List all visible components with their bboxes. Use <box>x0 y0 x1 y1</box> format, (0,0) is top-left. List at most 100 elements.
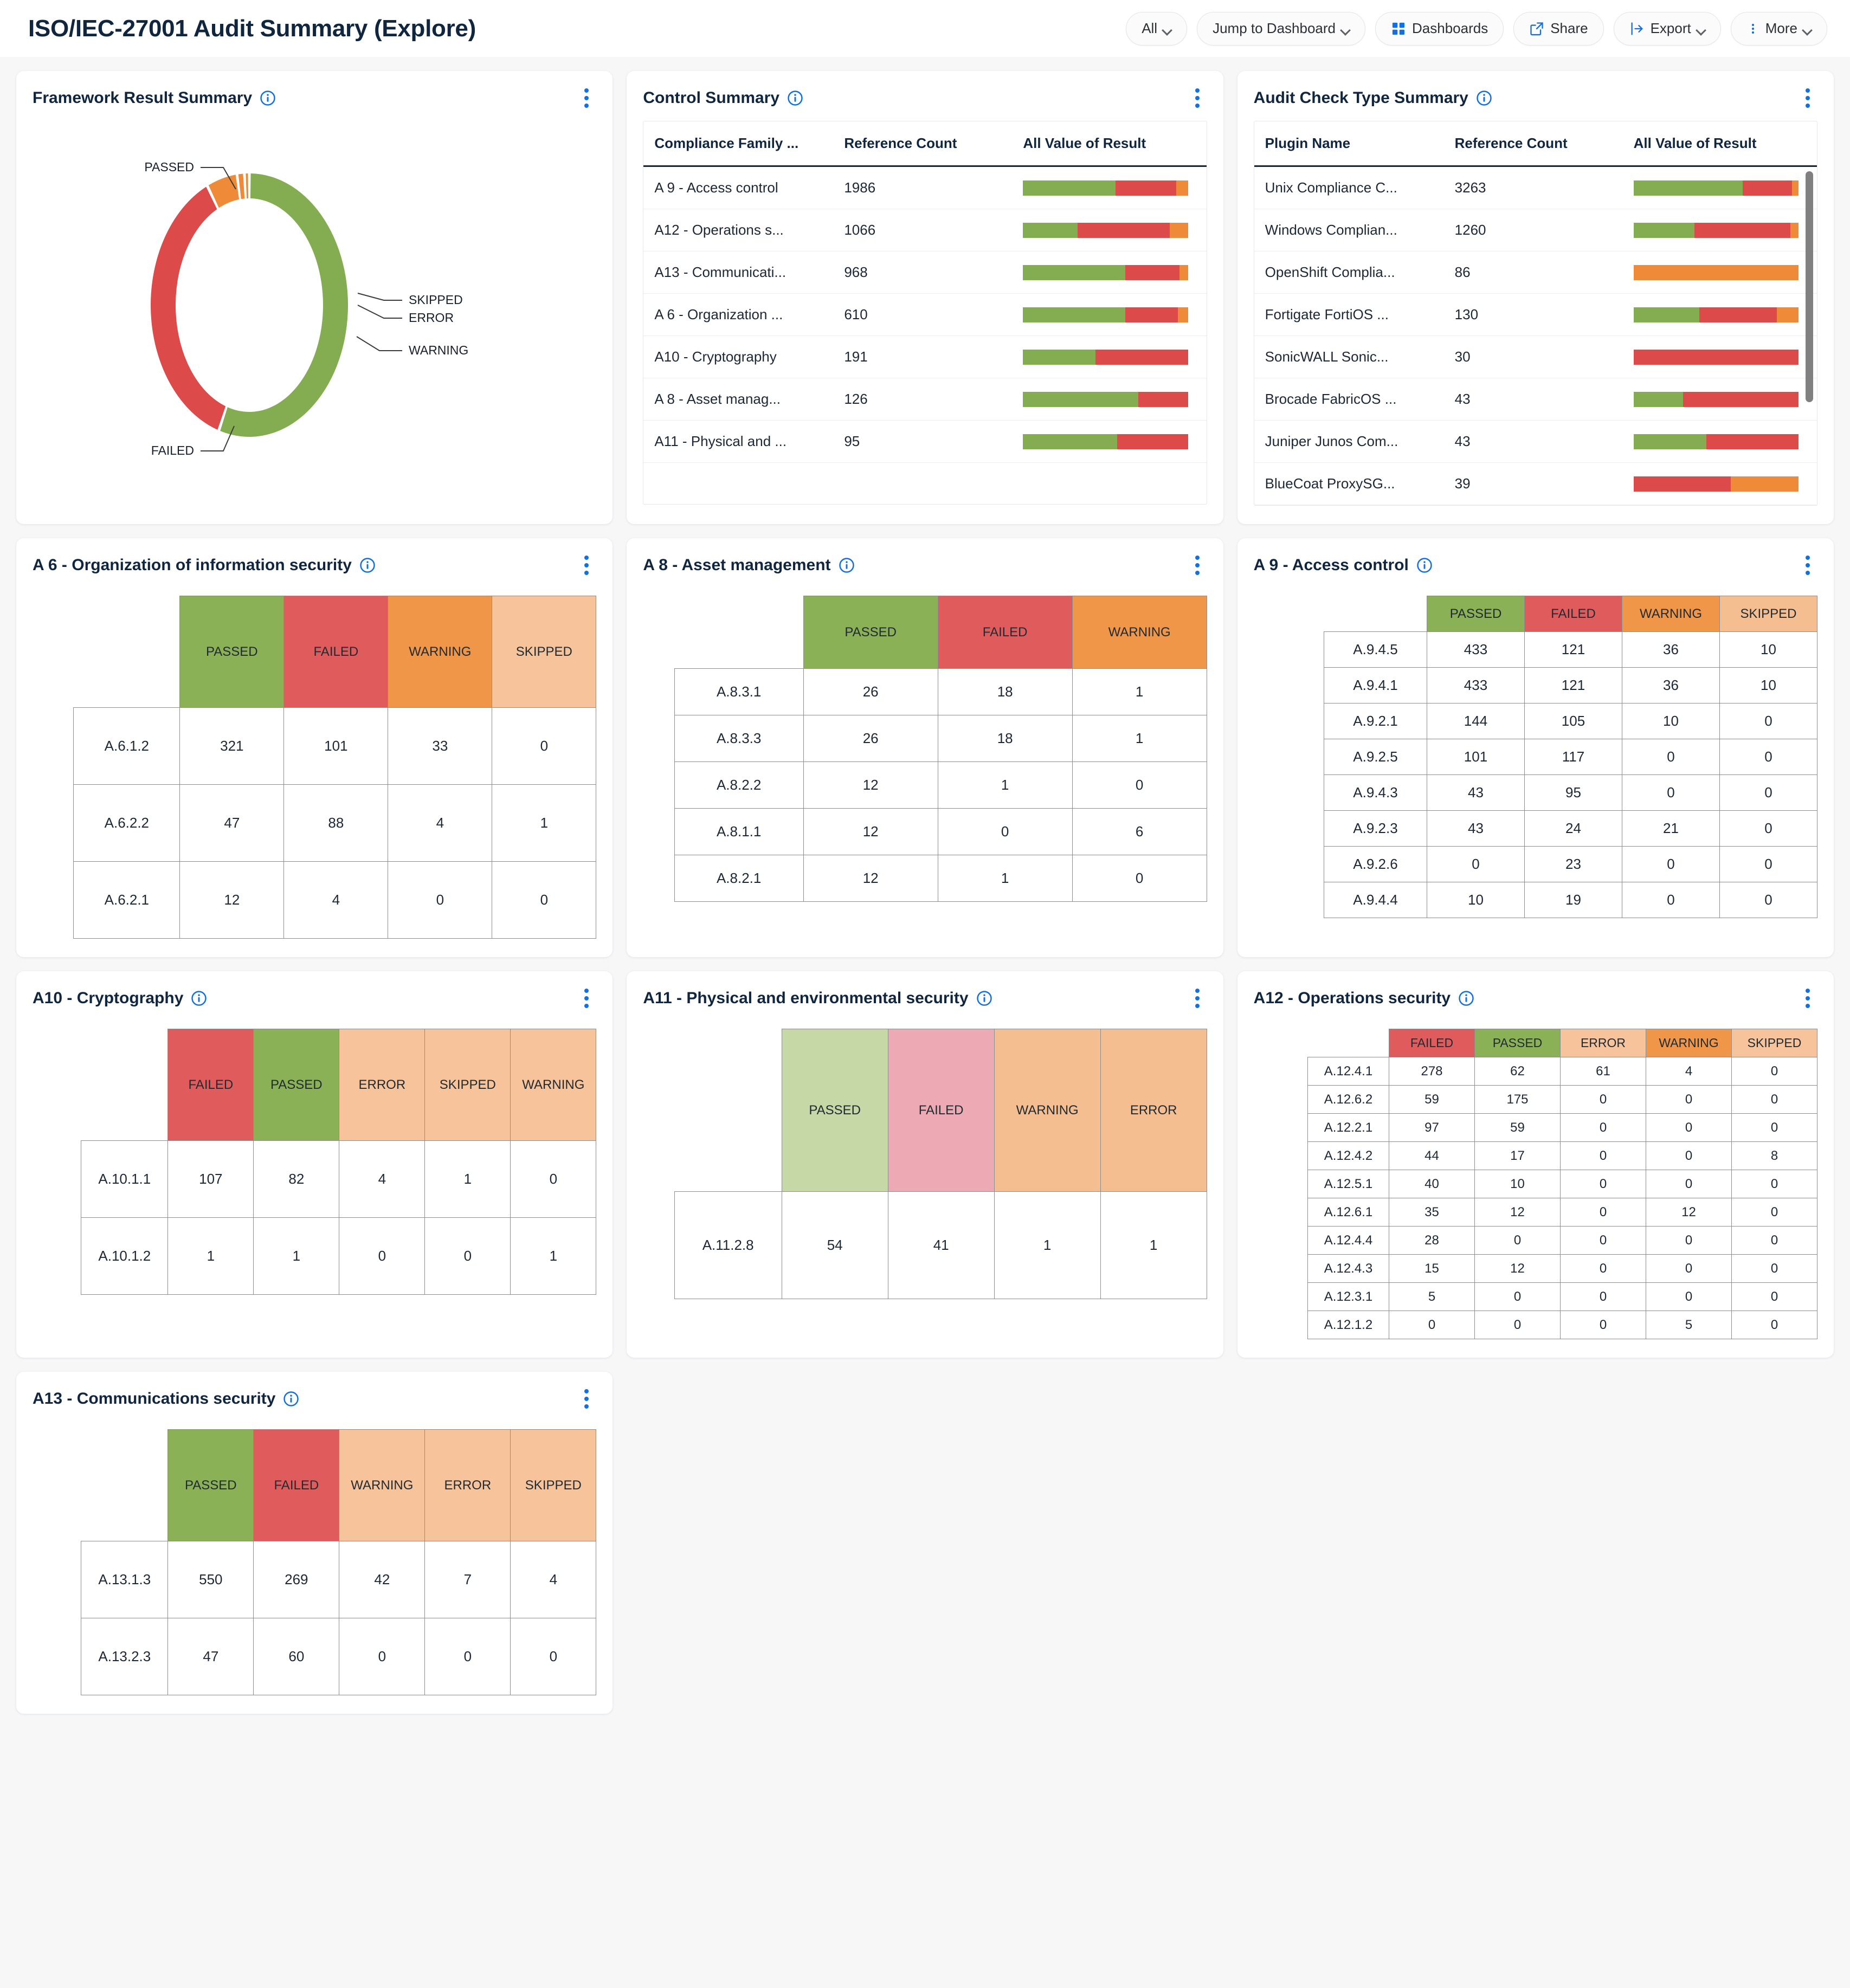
info-icon[interactable] <box>283 1391 299 1407</box>
table-row[interactable]: BlueCoat ProxySG... 39 <box>1254 463 1817 505</box>
matrix-column-header-skipped[interactable]: SKIPPED <box>510 1429 597 1541</box>
table-row[interactable]: A 9 - Access control 1986 <box>643 167 1207 209</box>
export-button[interactable]: Export <box>1613 11 1721 46</box>
matrix-column-header-passed[interactable]: PASSED <box>167 1429 254 1541</box>
matrix-row[interactable]: A.12.2.1 97 59 0 0 0 <box>1307 1113 1817 1142</box>
card-menu-button[interactable] <box>1798 986 1817 1010</box>
column-header[interactable]: Reference Count <box>1444 135 1623 152</box>
matrix-row[interactable]: A.12.4.3 15 12 0 0 0 <box>1307 1254 1817 1283</box>
matrix-column-header-passed[interactable]: PASSED <box>1474 1029 1561 1057</box>
table-row[interactable]: Juniper Junos Com... 43 <box>1254 421 1817 463</box>
matrix-column-header-failed[interactable]: FAILED <box>167 1029 254 1141</box>
matrix-row[interactable]: A.10.1.2 1 1 0 0 1 <box>81 1217 597 1295</box>
control-summary-table[interactable]: Compliance Family ... Reference Count All … <box>643 121 1207 505</box>
matrix-row[interactable]: A.8.2.2 12 1 0 <box>674 761 1207 809</box>
donut-slice-passed[interactable] <box>220 173 349 437</box>
filter-all-button[interactable]: All <box>1126 11 1188 46</box>
matrix-column-header-passed[interactable]: PASSED <box>803 596 938 669</box>
matrix-column-header-error[interactable]: ERROR <box>339 1029 426 1141</box>
matrix-row[interactable]: A.12.4.1 278 62 61 4 0 <box>1307 1057 1817 1086</box>
matrix-row[interactable]: A.12.6.2 59 175 0 0 0 <box>1307 1085 1817 1114</box>
matrix-row[interactable]: A.12.4.2 44 17 0 0 8 <box>1307 1141 1817 1170</box>
matrix-row[interactable]: A.9.4.3 43 95 0 0 <box>1324 774 1817 811</box>
donut-slice-error[interactable] <box>238 173 245 199</box>
column-header[interactable]: Reference Count <box>833 135 1012 152</box>
matrix-column-header-error[interactable]: ERROR <box>1560 1029 1646 1057</box>
info-icon[interactable] <box>359 557 376 573</box>
info-icon[interactable] <box>191 990 207 1006</box>
card-menu-button[interactable] <box>1798 553 1817 577</box>
card-menu-button[interactable] <box>1188 86 1207 110</box>
scrollbar-thumb[interactable] <box>1806 171 1813 402</box>
matrix-row[interactable]: A.12.4.4 28 0 0 0 0 <box>1307 1226 1817 1255</box>
matrix-column-header-warning[interactable]: WARNING <box>339 1429 426 1541</box>
table-row[interactable]: A 8 - Asset manag... 126 <box>643 378 1207 421</box>
donut-slice-failed[interactable] <box>151 186 226 430</box>
matrix-row[interactable]: A.9.2.3 43 24 21 0 <box>1324 810 1817 847</box>
card-menu-button[interactable] <box>1188 553 1207 577</box>
matrix-column-header-passed[interactable]: PASSED <box>1427 596 1525 632</box>
info-icon[interactable] <box>839 557 855 573</box>
donut-slice-skipped[interactable] <box>246 173 249 199</box>
matrix-row[interactable]: A.13.2.3 47 60 0 0 0 <box>81 1618 597 1695</box>
card-menu-button[interactable] <box>577 986 596 1010</box>
table-row[interactable]: A13 - Communicati... 968 <box>643 251 1207 294</box>
card-menu-button[interactable] <box>1798 86 1817 110</box>
column-header[interactable]: Compliance Family ... <box>643 135 833 152</box>
matrix-row[interactable]: A.8.3.1 26 18 1 <box>674 668 1207 715</box>
matrix-column-header-warning[interactable]: WARNING <box>1072 596 1207 669</box>
matrix-row[interactable]: A.12.1.2 0 0 0 5 0 <box>1307 1311 1817 1339</box>
column-header[interactable]: Plugin Name <box>1254 135 1444 152</box>
matrix-row[interactable]: A.10.1.1 107 82 4 1 0 <box>81 1140 597 1218</box>
jump-to-dashboard-button[interactable]: Jump to Dashboard <box>1197 11 1365 46</box>
matrix-row[interactable]: A.9.4.1 433 121 36 10 <box>1324 667 1817 703</box>
matrix-row[interactable]: A.6.2.2 47 88 4 1 <box>73 784 597 862</box>
matrix-column-header-warning[interactable]: WARNING <box>388 596 493 708</box>
matrix-row[interactable]: A.8.1.1 12 0 6 <box>674 808 1207 855</box>
matrix-column-header-failed[interactable]: FAILED <box>1389 1029 1475 1057</box>
table-row[interactable]: A 6 - Organization ... 610 <box>643 294 1207 336</box>
more-button[interactable]: More <box>1730 11 1827 46</box>
matrix-column-header-warning[interactable]: WARNING <box>1622 596 1720 632</box>
matrix-column-header-failed[interactable]: FAILED <box>1524 596 1622 632</box>
share-button[interactable]: Share <box>1513 11 1604 46</box>
table-row[interactable]: Fortigate FortiOS ... 130 <box>1254 294 1817 336</box>
matrix-row[interactable]: A.9.2.6 0 23 0 0 <box>1324 846 1817 882</box>
matrix-row[interactable]: A.9.2.5 101 117 0 0 <box>1324 739 1817 775</box>
matrix-column-header-passed[interactable]: PASSED <box>781 1029 888 1192</box>
matrix-column-header-passed[interactable]: PASSED <box>253 1029 340 1141</box>
info-icon[interactable] <box>976 990 992 1006</box>
dashboards-button[interactable]: Dashboards <box>1375 11 1504 46</box>
matrix-column-header-skipped[interactable]: SKIPPED <box>1731 1029 1817 1057</box>
matrix-row[interactable]: A.9.4.4 10 19 0 0 <box>1324 882 1817 918</box>
matrix-row[interactable]: A.9.4.5 433 121 36 10 <box>1324 631 1817 668</box>
matrix-column-header-failed[interactable]: FAILED <box>283 596 389 708</box>
table-row[interactable]: Brocade FabricOS ... 43 <box>1254 378 1817 421</box>
info-icon[interactable] <box>1458 990 1474 1006</box>
matrix-row[interactable]: A.6.2.1 12 4 0 0 <box>73 861 597 939</box>
matrix-column-header-warning[interactable]: WARNING <box>510 1029 597 1141</box>
table-row[interactable]: Windows Complian... 1260 <box>1254 209 1817 251</box>
info-icon[interactable] <box>1476 90 1492 106</box>
matrix-column-header-failed[interactable]: FAILED <box>887 1029 995 1192</box>
column-header[interactable]: All Value of Result <box>1012 135 1206 152</box>
table-row[interactable]: Unix Compliance C... 3263 <box>1254 167 1817 209</box>
card-menu-button[interactable] <box>577 1387 596 1411</box>
matrix-column-header-skipped[interactable]: SKIPPED <box>1719 596 1817 632</box>
matrix-column-header-error[interactable]: ERROR <box>1100 1029 1207 1192</box>
table-row[interactable]: A10 - Cryptography 191 <box>643 336 1207 378</box>
table-row[interactable]: OpenShift Complia... 86 <box>1254 251 1817 294</box>
card-menu-button[interactable] <box>577 553 596 577</box>
audit-check-type-table[interactable]: Plugin Name Reference Count All Value of R… <box>1253 121 1817 506</box>
matrix-column-header-error[interactable]: ERROR <box>424 1429 511 1541</box>
table-row[interactable]: A12 - Operations s... 1066 <box>643 209 1207 251</box>
matrix-column-header-passed[interactable]: PASSED <box>179 596 285 708</box>
matrix-row[interactable]: A.13.1.3 550 269 42 7 4 <box>81 1541 597 1618</box>
matrix-row[interactable]: A.8.2.1 12 1 0 <box>674 855 1207 902</box>
matrix-row[interactable]: A.12.6.1 35 12 0 12 0 <box>1307 1198 1817 1227</box>
matrix-row[interactable]: A.12.5.1 40 10 0 0 0 <box>1307 1170 1817 1198</box>
table-scrollbar[interactable] <box>1806 171 1813 501</box>
matrix-column-header-failed[interactable]: FAILED <box>253 1429 340 1541</box>
matrix-column-header-failed[interactable]: FAILED <box>937 596 1073 669</box>
matrix-row[interactable]: A.11.2.8 54 41 1 1 <box>674 1191 1207 1299</box>
